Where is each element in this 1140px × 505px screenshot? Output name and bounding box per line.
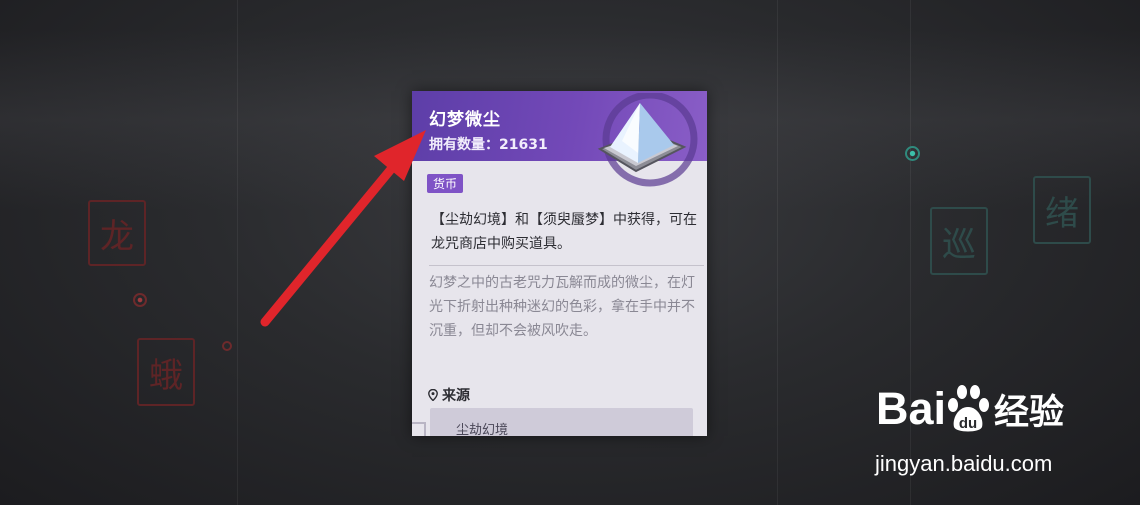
item-description: 【尘劫幻境】和【须臾蜃梦】中获得，可在龙咒商店中购买道具。 xyxy=(431,212,697,252)
watermark-url: jingyan.baidu.com xyxy=(875,451,1053,476)
seal-stamp-left-bottom: 蛾 xyxy=(137,338,195,406)
background-line xyxy=(777,0,778,505)
background-line xyxy=(237,0,238,505)
baidu-paw-icon: du xyxy=(948,385,990,432)
location-pin-icon xyxy=(428,389,438,401)
map-marker-dot xyxy=(222,341,232,351)
seal-stamp-right-top: 绪 xyxy=(1033,176,1091,244)
item-owned-count: 拥有数量：21631 xyxy=(429,137,548,153)
item-name: 幻梦微尘 xyxy=(429,110,501,130)
baidu-jingyan-logo: Bai du 经验 xyxy=(876,383,1064,435)
watermark-brand: Bai xyxy=(876,383,947,434)
map-marker-dot xyxy=(905,146,920,161)
dust-crystal-icon xyxy=(597,93,698,187)
card-corner-decoration xyxy=(412,422,426,436)
item-detail-card: 幻梦微尘 拥有数量：21631 货币 【尘劫幻境】和【须臾蜃梦】中获得，可在龙咒… xyxy=(412,91,707,436)
map-marker-dot xyxy=(133,293,147,307)
seal-stamp-right-middle: 巡 xyxy=(930,207,988,275)
item-category-badge: 货币 xyxy=(427,174,464,193)
watermark-brand-cn: 经验 xyxy=(994,392,1065,432)
source-heading: 来源 xyxy=(428,385,470,405)
source-item-label: 尘劫幻境 xyxy=(456,423,509,436)
watermark-brand-suffix: du xyxy=(959,415,977,432)
source-heading-label: 来源 xyxy=(442,388,470,404)
seal-stamp-left-top: 龙 xyxy=(88,200,146,266)
source-list-item[interactable]: 尘劫幻境 xyxy=(430,408,693,436)
card-divider xyxy=(429,265,704,266)
item-lore-text: 幻梦之中的古老咒力瓦解而成的微尘，在灯光下折射出种种迷幻的色彩，拿在手中并不沉重… xyxy=(429,275,695,339)
